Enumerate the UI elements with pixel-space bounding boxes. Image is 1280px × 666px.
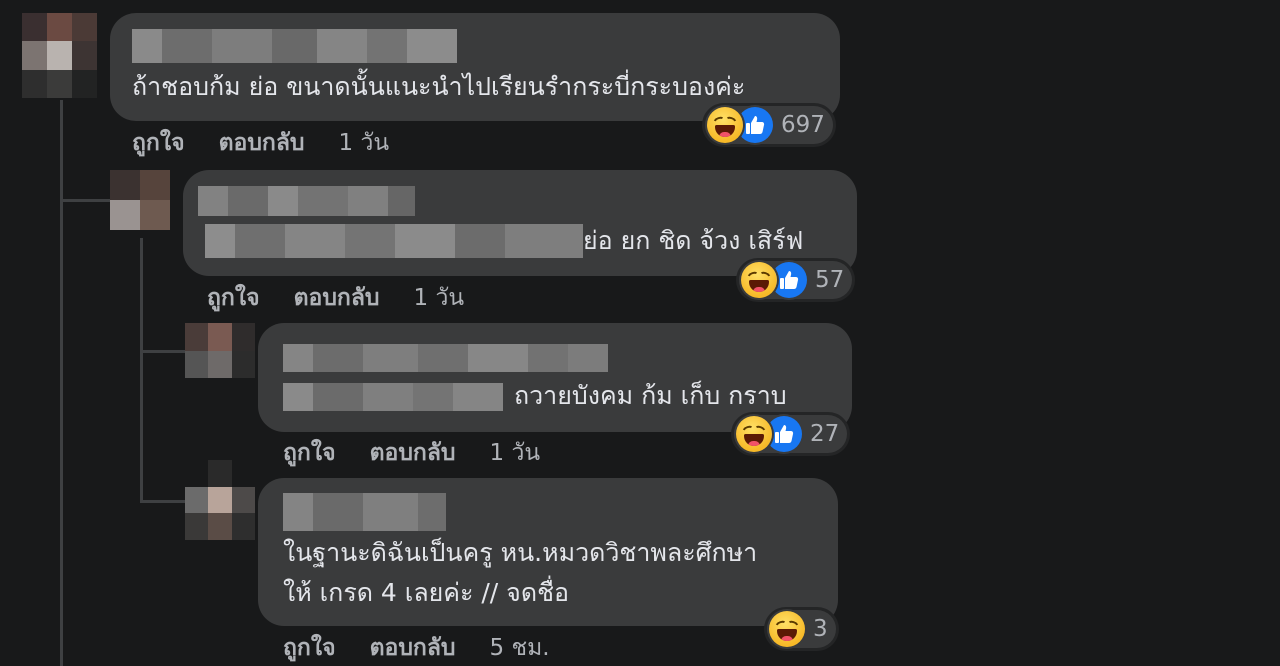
blurred-mention[interactable] (283, 383, 503, 411)
reaction-summary[interactable]: 27 (734, 415, 848, 453)
haha-icon (736, 416, 772, 452)
comment-actions: ถูกใจ ตอบกลับ 1 วัน (283, 436, 540, 470)
thread-branch-1 (60, 199, 110, 202)
timestamp[interactable]: 5 ชม. (490, 630, 550, 666)
comment-text: ย่อ ยก ชิด จ้วง เสิร์ฟ (583, 226, 804, 255)
comment-actions: ถูกใจ ตอบกลับ 1 วัน (207, 281, 464, 315)
blurred-author-name[interactable] (283, 344, 608, 372)
avatar[interactable] (185, 460, 255, 540)
like-button[interactable]: ถูกใจ (132, 125, 185, 161)
comment-text-line2: ให้ เกรด 4 เลยค่ะ // จดชื่อ (283, 578, 570, 607)
reaction-summary[interactable]: 57 (739, 261, 853, 299)
comment-bubble: ในฐานะดิฉันเป็นครู หน.หมวดวิชาพละศึกษา ใ… (258, 478, 838, 626)
reply-button[interactable]: ตอบกลับ (370, 435, 456, 471)
avatar[interactable] (22, 13, 97, 98)
timestamp[interactable]: 1 วัน (490, 435, 541, 471)
reply-button[interactable]: ตอบกลับ (294, 280, 380, 316)
thread-branch-2 (140, 350, 185, 353)
comment-text-line1: ในฐานะดิฉันเป็นครู หน.หมวดวิชาพละศึกษา (283, 538, 758, 567)
avatar[interactable] (185, 323, 255, 378)
reaction-count: 57 (815, 267, 845, 293)
avatar[interactable] (110, 170, 170, 230)
blurred-author-name[interactable] (132, 29, 457, 63)
reaction-summary[interactable]: 3 (767, 610, 836, 648)
thread-line-reply (140, 238, 143, 500)
like-button[interactable]: ถูกใจ (283, 435, 336, 471)
comment-actions: ถูกใจ ตอบกลับ 5 ชม. (283, 631, 550, 665)
like-button[interactable]: ถูกใจ (283, 630, 336, 666)
haha-icon (707, 107, 743, 143)
blurred-mention[interactable] (205, 224, 583, 258)
haha-icon (769, 611, 805, 647)
haha-icon (741, 262, 777, 298)
reaction-count: 27 (810, 421, 840, 447)
like-button[interactable]: ถูกใจ (207, 280, 260, 316)
reaction-count: 697 (781, 112, 825, 138)
timestamp[interactable]: 1 วัน (414, 280, 465, 316)
comment-text: ถวายบังคม ก้ม เก็บ กราบ (514, 381, 787, 410)
comment-bubble: ถ้าชอบก้ม ย่อ ขนาดนั้นแนะนำไปเรียนรำกระบ… (110, 13, 840, 121)
timestamp[interactable]: 1 วัน (339, 125, 390, 161)
reaction-summary[interactable]: 697 (705, 106, 833, 144)
comment-actions: ถูกใจ ตอบกลับ 1 วัน (132, 126, 389, 160)
thread-line-main (60, 100, 63, 666)
comment-text: ถ้าชอบก้ม ย่อ ขนาดนั้นแนะนำไปเรียนรำกระบ… (132, 72, 746, 101)
reaction-count: 3 (813, 616, 828, 642)
reply-button[interactable]: ตอบกลับ (219, 125, 305, 161)
reply-button[interactable]: ตอบกลับ (370, 630, 456, 666)
blurred-author-name[interactable] (283, 493, 446, 531)
thread-branch-3 (140, 500, 185, 503)
blurred-author-name[interactable] (198, 186, 415, 216)
